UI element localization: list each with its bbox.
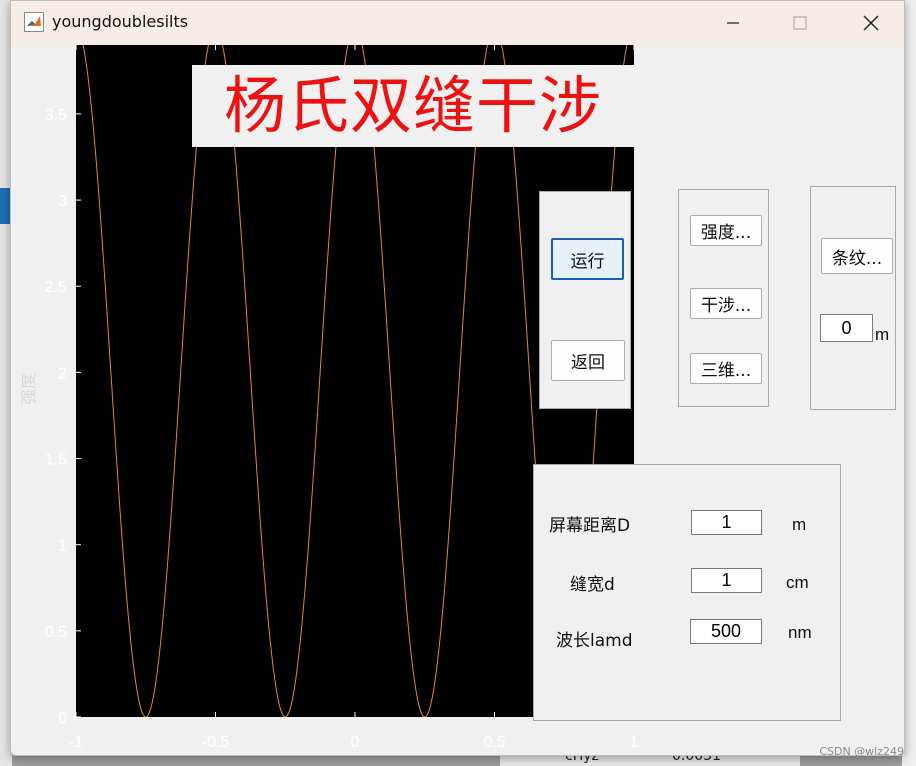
three-d-button[interactable]: 三维... — [690, 353, 762, 384]
y-tick-label: 1.5 — [45, 452, 67, 469]
slit-width-unit: cm — [786, 573, 809, 592]
distance-unit: m — [792, 515, 807, 534]
wavelength-unit: nm — [788, 623, 812, 642]
run-button[interactable]: 运行 — [551, 238, 624, 280]
wavelength-field[interactable]: 500 — [690, 619, 762, 644]
y-axis-label: 强度 — [19, 372, 38, 405]
slit-width-label: 缝宽d — [570, 575, 615, 595]
y-tick-label: 0.5 — [45, 624, 67, 641]
run-panel: 运行 返回 — [539, 191, 631, 409]
y-tick-label: 2 — [58, 365, 67, 382]
figure-window: youngdoublesilts -1 -0.5 0 0.5 1 0 0.5 1 1.5 2 2.5… — [10, 0, 905, 756]
y-tick-label: 2.5 — [45, 279, 67, 296]
title-banner: 杨氏双缝干涉 — [192, 65, 634, 147]
plot-type-panel: 强度... 干涉... 三维... — [678, 189, 769, 407]
maximize-button[interactable] — [778, 7, 822, 39]
fringe-spacing-field[interactable]: 0 — [820, 314, 873, 342]
x-tick-label: 1 — [630, 734, 639, 751]
y-tick-label: 1 — [58, 538, 67, 555]
x-tick-label: 0 — [351, 734, 360, 751]
maximize-icon — [793, 16, 807, 30]
fringe-unit: m — [875, 325, 890, 344]
back-button[interactable]: 返回 — [551, 340, 625, 381]
x-tick-label: 0.5 — [483, 734, 505, 751]
close-button[interactable] — [849, 7, 893, 39]
y-tick-label: 3 — [58, 193, 67, 210]
x-tick-label: -0.5 — [202, 734, 230, 751]
close-icon — [863, 15, 879, 31]
fringe-button[interactable]: 条纹... — [821, 238, 893, 274]
fringe-panel: 条纹... 0 m — [810, 186, 896, 410]
intensity-button[interactable]: 强度... — [690, 215, 762, 246]
x-tick-label: -1 — [69, 734, 83, 751]
watermark: CSDN @wlz249 — [819, 745, 904, 758]
interference-button[interactable]: 干涉... — [690, 288, 762, 319]
distance-field[interactable]: 1 — [691, 510, 762, 535]
title-bar: youngdoublesilts — [11, 1, 904, 45]
window-title: youngdoublesilts — [52, 12, 189, 31]
wavelength-label: 波长lamd — [556, 631, 633, 651]
minimize-icon — [727, 22, 739, 24]
matlab-icon — [24, 12, 44, 32]
slit-width-field[interactable]: 1 — [691, 568, 762, 593]
minimize-button[interactable] — [711, 7, 755, 39]
distance-label: 屏幕距离D — [549, 516, 631, 536]
parameter-panel: 屏幕距离D 1 m 缝宽d 1 cm 波长lamd 500 nm — [533, 464, 841, 721]
y-tick-label: 3.5 — [45, 107, 67, 124]
y-tick-label: 0 — [58, 710, 67, 727]
